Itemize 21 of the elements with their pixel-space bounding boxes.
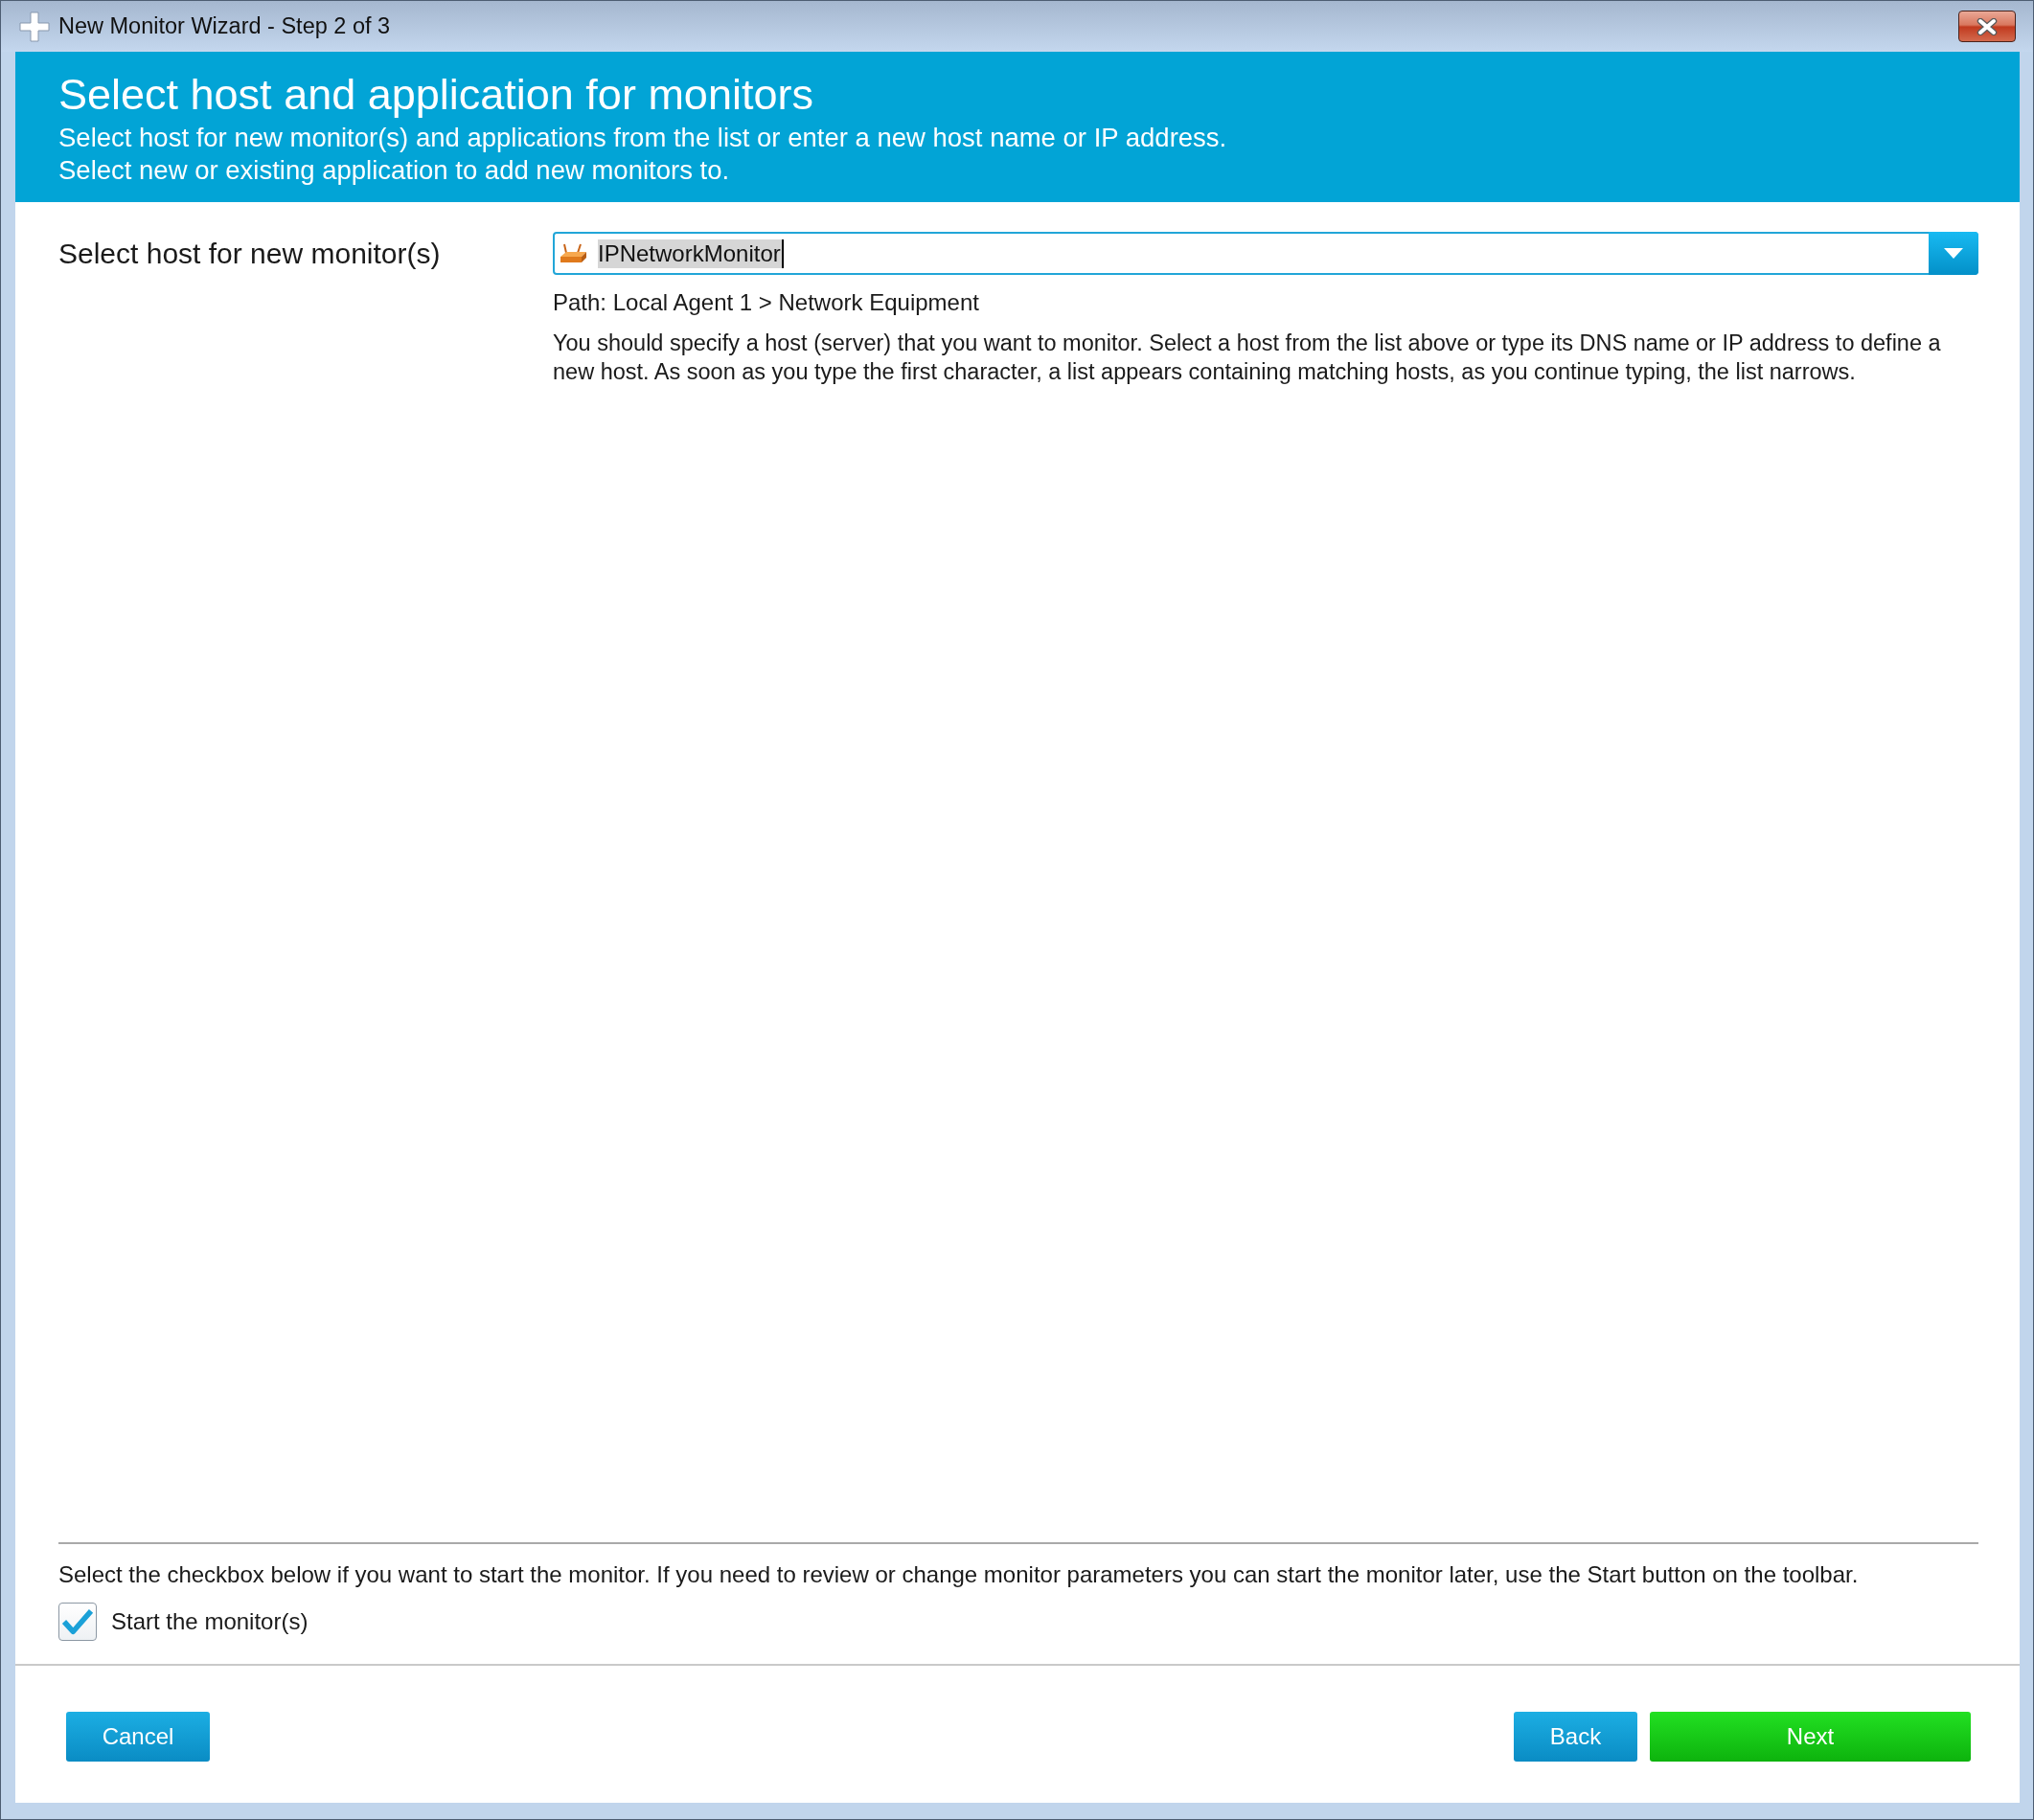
host-combo-field[interactable]: IPNetworkMonitor: [553, 232, 1978, 275]
header-description: Select host for new monitor(s) and applications from the list or enter a new host name or IP address.: [58, 122, 1228, 154]
page-title: Select host and application for monitors: [58, 69, 814, 120]
close-button[interactable]: [1958, 11, 2016, 42]
dropdown-button[interactable]: [1929, 232, 1978, 275]
host-path-text: Path: Local Agent 1 > Network Equipment: [553, 288, 980, 317]
window-title: New Monitor Wizard - Step 2 of 3: [58, 13, 391, 39]
checkbox-label[interactable]: Start the monitor(s): [111, 1608, 309, 1635]
next-button[interactable]: Next: [1650, 1712, 1971, 1762]
field-label: Select host for new monitor(s): [58, 236, 442, 271]
start-instructions: Select the checkbox below if you want to start the monitor. If you need to review or change monitor parameters you can start the monitor later, use the Start button on the toolbar.: [58, 1560, 1860, 1589]
header-description: Select new or existing application to add new monitors to.: [58, 154, 731, 187]
caret-icon: [1944, 248, 1963, 259]
checkmark-icon: [61, 1608, 94, 1635]
help-text: You should specify a host (server) that you want to monitor. Select a host from the list above or type its DNS name or IP address to define a new host. As soon as you type the first character, a list appears containing matching hosts, as you continue typing, the list narrows.: [553, 330, 1942, 386]
start-checkbox[interactable]: [58, 1603, 97, 1641]
plus-icon: [19, 11, 50, 42]
cancel-button[interactable]: Cancel: [66, 1712, 210, 1762]
close-icon: [1976, 17, 1999, 35]
back-button[interactable]: Back: [1514, 1712, 1637, 1762]
network-device-icon: [559, 242, 587, 264]
